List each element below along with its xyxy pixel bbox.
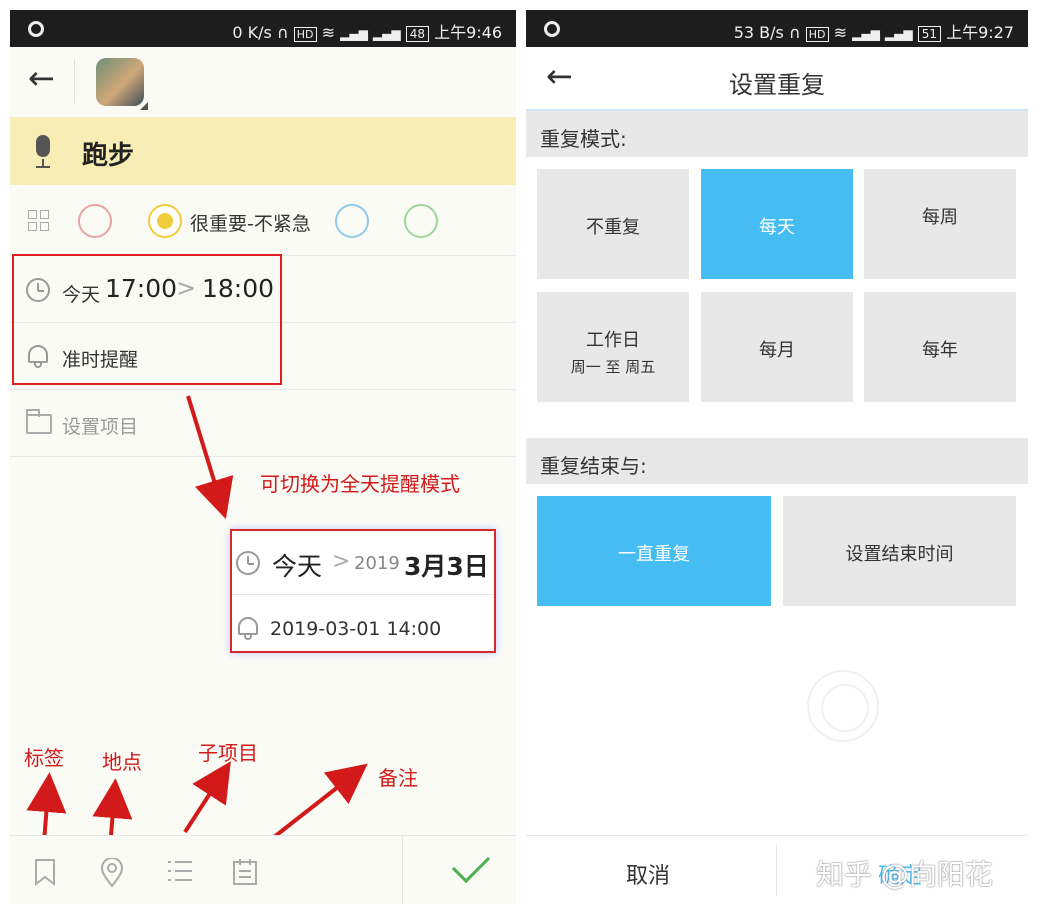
annotation-subitem: 子项目	[198, 741, 258, 765]
tile-label: 一直重复	[618, 544, 690, 565]
clock-icon	[236, 551, 260, 575]
cancel-button[interactable]: 取消	[626, 858, 670, 890]
note-icon[interactable]	[232, 858, 258, 886]
notification-icon	[544, 21, 560, 37]
mode-monthly[interactable]: 每月	[701, 292, 853, 402]
end-repeat-forever[interactable]: 一直重复	[537, 496, 771, 606]
preview-reminder: 2019-03-01 14:00	[270, 618, 442, 640]
list-icon[interactable]	[166, 858, 194, 884]
preview-year: 2019	[354, 553, 400, 574]
wifi-icon: ≋	[833, 23, 848, 42]
bottom-toolbar	[10, 835, 516, 904]
tile-sublabel: 周一 至 周五	[570, 358, 656, 376]
section-title: 重复模式:	[540, 127, 627, 151]
tile-label: 不重复	[586, 217, 640, 238]
touch-ripple	[807, 670, 879, 742]
mode-weekly[interactable]: 每周	[864, 169, 1016, 279]
all-day-mode-preview: 今天 > 2019 3月3日 2019-03-01 14:00	[230, 529, 496, 653]
chevron-right-icon: >	[332, 549, 351, 574]
mode-daily[interactable]: 每天	[701, 169, 853, 279]
annotation-switch-mode: 可切换为全天提醒模式	[260, 472, 460, 496]
battery-icon: 51	[917, 26, 941, 42]
confirm-check-icon[interactable]	[451, 844, 491, 884]
tile-label: 每月	[759, 340, 795, 361]
divider	[402, 836, 403, 904]
tile-label: 设置结束时间	[845, 544, 954, 565]
annotation-note: 备注	[378, 766, 418, 790]
repeat-end-header: 重复结束与:	[526, 438, 1028, 484]
watermark: 知乎 @向阳花	[816, 858, 993, 891]
status-info: 53 B/s ∩ HD ≋ ▂▄▆ ▂▄▆ 51 上午9:27	[734, 19, 1014, 43]
repeat-settings-screen: 53 B/s ∩ HD ≋ ▂▄▆ ▂▄▆ 51 上午9:27 ← 设置重复 重…	[526, 10, 1028, 904]
network-speed: 53 B/s	[733, 23, 784, 42]
tile-label: 每天	[759, 217, 795, 238]
tile-label: 工作日	[586, 330, 640, 351]
divider	[776, 844, 777, 896]
annotation-arrows	[26, 395, 368, 850]
end-set-end-time[interactable]: 设置结束时间	[783, 496, 1016, 606]
clock-time: 上午9:27	[946, 23, 1014, 42]
mode-no-repeat[interactable]: 不重复	[537, 169, 689, 279]
mode-yearly[interactable]: 每年	[864, 292, 1016, 402]
bell-icon	[236, 615, 260, 641]
repeat-mode-header: 重复模式:	[526, 111, 1028, 157]
task-detail-screen: 0 K/s ∩ HD ≋ ▂▄▆ ▂▄▆ 48 上午9:46 ← 跑步 很重要-…	[10, 10, 516, 904]
status-bar: 53 B/s ∩ HD ≋ ▂▄▆ ▂▄▆ 51 上午9:27	[526, 10, 1028, 47]
preview-date-row: 今天 > 2019 3月3日	[232, 531, 494, 595]
annotation-tag: 标签	[24, 746, 64, 770]
hd-icon: HD	[805, 27, 829, 42]
mode-workday[interactable]: 工作日周一 至 周五	[537, 292, 689, 402]
headphone-icon: ∩	[788, 23, 801, 42]
annotation-location: 地点	[102, 750, 142, 774]
bottom-actions: 取消 确定 知乎 @向阳花	[526, 835, 1028, 904]
section-title: 重复结束与:	[540, 454, 647, 478]
bookmark-tag-icon[interactable]	[34, 858, 56, 886]
location-pin-icon[interactable]	[100, 858, 124, 888]
signal-icon: ▂▄▆	[852, 27, 880, 41]
top-bar: ← 设置重复	[526, 47, 1028, 111]
signal-icon-2: ▂▄▆	[884, 27, 913, 41]
tile-label: 每周	[922, 207, 958, 228]
page-title: 设置重复	[729, 71, 825, 99]
preview-date: 3月3日	[404, 552, 489, 581]
preview-day: 今天	[272, 552, 323, 581]
tile-label: 每年	[922, 340, 958, 361]
